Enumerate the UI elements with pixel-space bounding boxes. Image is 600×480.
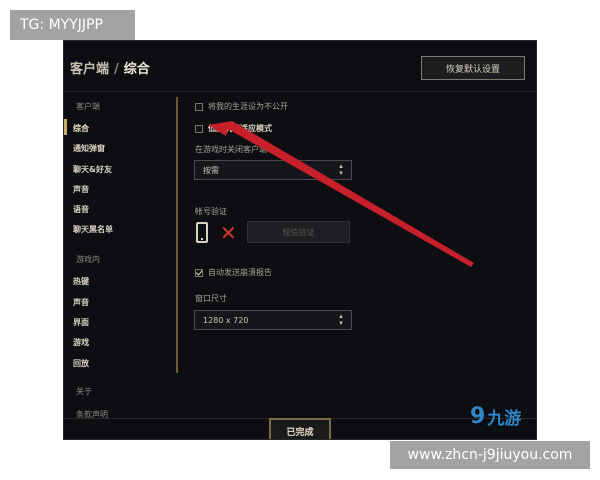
breadcrumb-current: 综合 <box>123 62 150 77</box>
private-profile-checkbox[interactable] <box>195 102 203 111</box>
sidebar-group-ingame: 游戏内 <box>76 255 100 264</box>
jiuyou-logo: 9 九游 <box>470 404 521 429</box>
crash-report-row[interactable]: 自动发送崩溃报告 <box>195 267 272 278</box>
low-spec-mode-label: 低配机器适应模式 <box>208 124 272 133</box>
settings-header: 客户端 / 综合 恢复默认设置 <box>64 41 536 91</box>
sms-verify-button[interactable]: 短信验证 <box>247 221 350 243</box>
sidebar-item-voice[interactable]: 语音 <box>73 204 89 215</box>
sidebar-item-interface[interactable]: 界面 <box>73 317 89 328</box>
breadcrumb: 客户端 / 综合 <box>70 58 150 77</box>
sidebar-item-notifications[interactable]: 通知弹窗 <box>73 143 105 154</box>
window-size-label: 窗口尺寸 <box>195 294 227 303</box>
sidebar-group-about: 关于 <box>76 387 92 396</box>
sidebar-item-chat-blacklist[interactable]: 聊天黑名单 <box>73 224 113 235</box>
tg-watermark-badge: TG: MYYJJPP <box>10 10 135 40</box>
sidebar-item-replays[interactable]: 回放 <box>73 358 89 369</box>
settings-window: 客户端 / 综合 恢复默认设置 客户端 综合 通知弹窗 聊天&好友 声音 语音 聊天… <box>63 40 537 440</box>
window-size-value: 1280 x 720 <box>203 315 249 325</box>
close-client-value: 按需 <box>203 165 219 175</box>
general-settings-panel: 将我的生涯设为不公开 低配机器适应模式 在游戏时关闭客户端 按需 ▴ ▾ 帐号验证… <box>178 92 536 439</box>
close-client-label: 在游戏时关闭客户端 <box>195 145 267 154</box>
done-button[interactable]: 已完成 <box>269 418 331 439</box>
phone-icon <box>196 222 208 243</box>
not-verified-x-icon: ✕ <box>220 221 237 245</box>
settings-sidebar: 客户端 综合 通知弹窗 聊天&好友 声音 语音 聊天黑名单 游戏内 热键 声音 … <box>64 92 176 439</box>
restore-defaults-button[interactable]: 恢复默认设置 <box>421 56 525 80</box>
sidebar-item-general[interactable]: 综合 <box>73 123 89 134</box>
private-profile-label: 将我的生涯设为不公开 <box>208 102 288 111</box>
crash-report-checkbox[interactable] <box>195 268 203 277</box>
active-item-indicator <box>64 119 67 135</box>
sidebar-item-ingame-sound[interactable]: 声音 <box>73 297 89 308</box>
sidebar-item-game[interactable]: 游戏 <box>73 337 89 348</box>
window-size-dropdown[interactable]: 1280 x 720 ▴ ▾ <box>194 310 352 330</box>
breadcrumb-parent[interactable]: 客户端 <box>70 62 109 77</box>
updown-caret-icon: ▴ ▾ <box>339 312 343 327</box>
logo-name: 九游 <box>487 409 522 429</box>
breadcrumb-separator: / <box>114 62 119 77</box>
low-spec-mode-checkbox[interactable] <box>195 124 203 133</box>
updown-caret-icon: ▴ ▾ <box>339 162 343 177</box>
private-profile-row[interactable]: 将我的生涯设为不公开 <box>195 101 288 112</box>
logo-mark: 9 <box>470 404 486 429</box>
account-verify-label: 帐号验证 <box>195 207 227 216</box>
sidebar-item-client-sound[interactable]: 声音 <box>73 184 89 195</box>
close-client-dropdown[interactable]: 按需 ▴ ▾ <box>194 160 352 180</box>
crash-report-label: 自动发送崩溃报告 <box>208 268 272 277</box>
sidebar-group-client: 客户端 <box>76 102 100 111</box>
low-spec-mode-row[interactable]: 低配机器适应模式 <box>195 123 272 134</box>
sidebar-item-hotkeys[interactable]: 热键 <box>73 276 89 287</box>
sidebar-item-chat-friends[interactable]: 聊天&好友 <box>73 164 112 175</box>
url-watermark-badge: www.zhcn-j9jiuyou.com <box>390 441 590 469</box>
